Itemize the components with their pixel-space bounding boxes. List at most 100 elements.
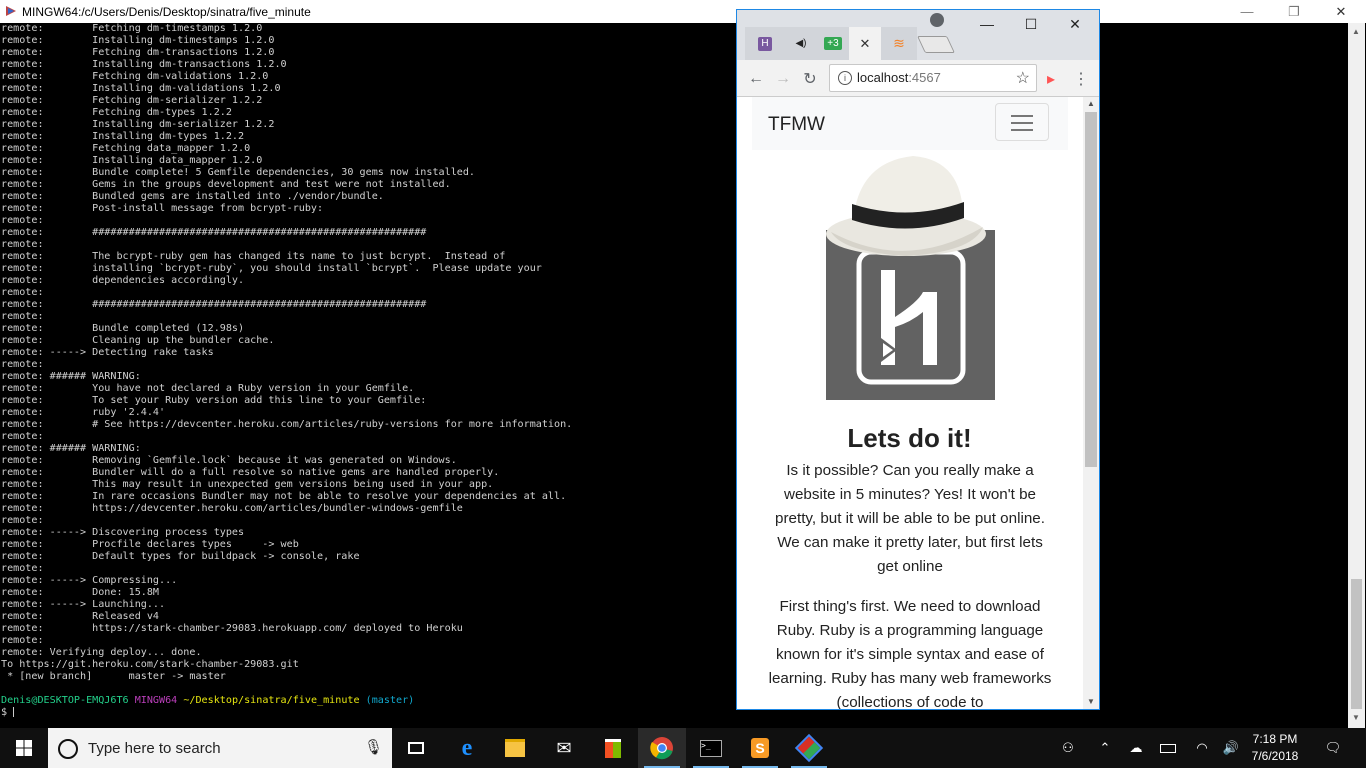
terminal-titlebar[interactable]: MINGW64:/c/Users/Denis/Desktop/sinatra/f… [0, 0, 1366, 23]
browser-minimize-button[interactable]: — [965, 12, 1009, 36]
clock-time: 7:18 PM [1252, 732, 1298, 746]
action-center-button[interactable]: 🗨 [1318, 728, 1348, 768]
prompt-path: ~/Desktop/sinatra/five_minute [183, 695, 360, 706]
microphone-icon[interactable]: 🎙 [364, 738, 383, 756]
tab-strip[interactable]: H ◀) +3 ✕ ≋ — ☐ ✕ [737, 10, 1099, 60]
sublime-text-app[interactable]: S [736, 728, 784, 768]
extension-icon[interactable]: ▸ [1040, 68, 1062, 90]
tab-heroku[interactable]: H [745, 27, 785, 60]
people-button[interactable]: ⚇ [1054, 728, 1082, 768]
terminal-line: remote: installing `bcrypt-ruby`, you sh… [1, 263, 542, 274]
chevron-up-icon: ⌃ [1099, 740, 1111, 755]
terminal-line: remote: ###### WARNING: [1, 443, 141, 454]
edge-app[interactable]: e [443, 728, 491, 768]
notification-icon: 🗨 [1324, 740, 1342, 755]
ruby-paragraph: First thing's first. We need to download… [768, 598, 1052, 709]
terminal-app[interactable]: >_ [687, 728, 735, 768]
terminal-line: remote: To set your Ruby version add thi… [1, 395, 427, 406]
close-button[interactable]: ✕ [1318, 0, 1364, 23]
terminal-line: remote: Installing data_mapper 1.2.0 [1, 155, 263, 166]
terminal-line: remote: https://stark-chamber-29083.hero… [1, 623, 463, 634]
address-bar[interactable]: i localhost:4567 ☆ [829, 64, 1037, 92]
terminal-line: remote: Default types for buildpack -> c… [1, 551, 360, 562]
site-navbar: TFMW [752, 97, 1068, 150]
stackoverflow-icon: ≋ [893, 35, 905, 51]
hamburger-bar [1011, 115, 1033, 117]
store-app[interactable] [589, 728, 637, 768]
show-hidden-icons-button[interactable]: ⌃ [1094, 728, 1116, 768]
menu-dots-icon[interactable]: ⋮ [1070, 68, 1092, 90]
page-scrollbar-thumb[interactable] [1085, 112, 1097, 467]
terminal-window[interactable]: MINGW64:/c/Users/Denis/Desktop/sinatra/f… [0, 0, 1366, 728]
navbar-brand[interactable]: TFMW [768, 114, 825, 136]
scroll-up-arrow-icon[interactable]: ▲ [1352, 27, 1360, 36]
scroll-down-arrow-icon[interactable]: ▼ [1087, 697, 1095, 706]
start-button[interactable] [0, 728, 48, 768]
scrollbar-thumb[interactable] [1351, 579, 1362, 709]
tab-audio[interactable]: ◀) [785, 27, 817, 60]
task-view-button[interactable] [392, 728, 440, 768]
system-clock[interactable]: 7:18 PM 7/6/2018 [1240, 731, 1310, 765]
chrome-window[interactable]: H ◀) +3 ✕ ≋ — ☐ ✕ ← → ↻ i localhost:4567… [736, 9, 1100, 710]
tab-stackoverflow[interactable]: ≋ [881, 27, 917, 60]
url-text: localhost:4567 [857, 70, 941, 85]
terminal-line: remote: Fetching dm-timestamps 1.2.0 [1, 23, 263, 34]
git-gui-app[interactable] [785, 728, 833, 768]
battery-tray[interactable] [1156, 728, 1180, 768]
terminal-line: remote: Fetching dm-types 1.2.2 [1, 107, 232, 118]
folder-icon [505, 739, 525, 757]
chrome-icon [650, 737, 673, 760]
terminal-line: remote: You have not declared a Ruby ver… [1, 383, 415, 394]
wifi-tray[interactable]: ◠ [1190, 728, 1214, 768]
page-scrollbar[interactable]: ▲ ▼ [1083, 97, 1099, 709]
heroku-hat-logo [826, 156, 995, 400]
minimize-button[interactable]: — [1224, 0, 1270, 23]
terminal-line: remote: # See https://devcenter.heroku.c… [1, 419, 573, 430]
input-line[interactable]: $ [1, 707, 1346, 719]
taskbar-search-box[interactable]: Type here to search 🎙 [48, 728, 392, 768]
badge-icon: +3 [824, 37, 842, 50]
chrome-app[interactable] [638, 728, 686, 768]
volume-tray[interactable]: 🔊 [1220, 728, 1242, 768]
browser-toolbar: ← → ↻ i localhost:4567 ☆ ▸ ⋮ [737, 60, 1099, 97]
prompt-host: MINGW64 [134, 695, 178, 706]
site-info-icon[interactable]: i [838, 71, 852, 85]
terminal-line: remote: Installing dm-validations 1.2.0 [1, 83, 281, 94]
terminal-line: remote: Bundle complete! 5 Gemfile depen… [1, 167, 476, 178]
terminal-line: remote: Fetching dm-serializer 1.2.2 [1, 95, 263, 106]
terminal-line: remote: Bundled gems are installed into … [1, 191, 384, 202]
close-tab-icon[interactable]: ✕ [860, 36, 871, 52]
new-tab-button[interactable] [917, 36, 955, 53]
scroll-down-arrow-icon[interactable]: ▼ [1352, 713, 1360, 722]
file-explorer-app[interactable] [491, 728, 539, 768]
restore-button[interactable]: ❐ [1271, 0, 1317, 23]
people-icon: ⚇ [1062, 740, 1074, 755]
terminal-line: remote: dependencies accordingly. [1, 275, 245, 286]
cortana-circle-icon [58, 739, 78, 759]
mail-app[interactable]: ✉ [540, 728, 588, 768]
back-button[interactable]: ← [745, 68, 767, 90]
bookmark-star-icon[interactable]: ☆ [1016, 68, 1030, 88]
scroll-up-arrow-icon[interactable]: ▲ [1087, 99, 1095, 108]
terminal-line: remote: In rare occasions Bundler may no… [1, 491, 567, 502]
terminal-line: remote: [1, 635, 44, 646]
intro-paragraph: Is it possible? Can you really make a we… [775, 462, 1045, 575]
terminal-line: remote: Released v4 [1, 611, 160, 622]
mingw-icon [6, 6, 16, 16]
terminal-line: remote: -----> Discovering process types [1, 527, 245, 538]
terminal-line: remote: ruby '2.4.4' [1, 407, 166, 418]
url-host: localhost [857, 70, 909, 85]
page-viewport[interactable]: TFMW Lets do it! Is it possible? Can you… [737, 97, 1082, 709]
forward-button[interactable]: → [772, 68, 794, 90]
reload-button[interactable]: ↻ [799, 68, 821, 90]
prompt-line: Denis@DESKTOP-EMQJ6T6 MINGW64 ~/Desktop/… [1, 695, 1346, 707]
tab-grouped[interactable]: +3 [817, 27, 849, 60]
terminal-output[interactable]: remote: Fetching dm-timestamps 1.2.0 remo… [1, 23, 1346, 723]
profile-icon[interactable] [930, 13, 944, 27]
browser-close-button[interactable]: ✕ [1053, 12, 1097, 36]
tab-active[interactable]: ✕ [849, 27, 881, 60]
terminal-scrollbar[interactable]: ▲ ▼ [1348, 23, 1365, 728]
browser-maximize-button[interactable]: ☐ [1009, 12, 1053, 36]
hamburger-menu-button[interactable] [995, 103, 1049, 141]
onedrive-tray[interactable]: ☁ [1124, 728, 1148, 768]
